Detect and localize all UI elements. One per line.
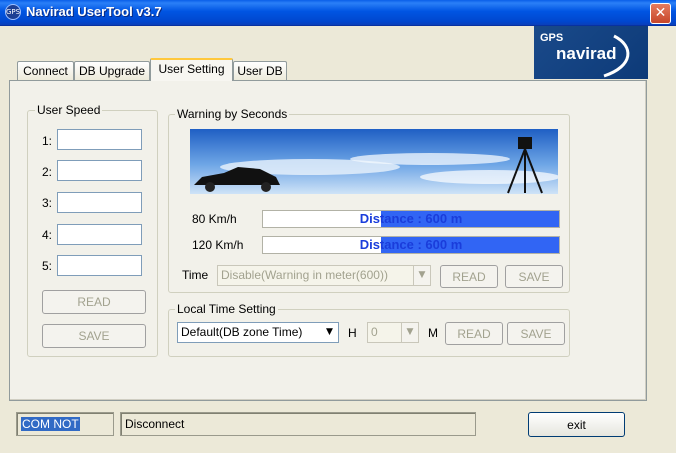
user-speed-title: User Speed — [35, 103, 103, 117]
connection-status-box: Disconnect — [120, 412, 476, 436]
local-time-read-button[interactable]: READ — [445, 322, 503, 345]
speed-label-5: 5: — [42, 259, 53, 273]
car-camera-banner — [190, 129, 560, 194]
close-button[interactable]: ✕ — [650, 3, 671, 24]
connection-status-text: Disconnect — [125, 417, 185, 431]
speed-input-2[interactable] — [57, 160, 142, 181]
zone-select[interactable]: Default(DB zone Time) ▼ — [177, 322, 339, 343]
hour-select-value: 0 — [371, 325, 378, 339]
warning-80-distance: Distance : 600 m — [359, 211, 463, 226]
window-title: Navirad UserTool v3.7 — [26, 4, 162, 19]
speed-save-button[interactable]: SAVE — [42, 324, 146, 348]
speed-label-1: 1: — [42, 134, 53, 148]
com-status-text: COM NOT — [21, 417, 80, 431]
logo-gps-text: GPS — [540, 32, 564, 44]
com-status-box: COM NOT — [16, 412, 114, 436]
hour-select[interactable]: 0 ▼ — [367, 322, 419, 343]
speed-read-button[interactable]: READ — [42, 290, 146, 314]
app-icon: GPS — [5, 4, 21, 20]
hour-label: H — [348, 326, 357, 340]
tab-connect[interactable]: Connect — [17, 61, 74, 81]
local-time-title: Local Time Setting — [175, 302, 278, 316]
chevron-down-icon: ▼ — [321, 323, 338, 342]
speed-label-4: 4: — [42, 228, 53, 242]
chevron-down-icon: ▼ — [413, 266, 430, 285]
chevron-down-icon: ▼ — [401, 323, 418, 342]
tab-user-setting[interactable]: User Setting — [150, 58, 233, 81]
time-select[interactable]: Disable(Warning in meter(600)) ▼ — [217, 265, 431, 286]
logo-brand-text: navirad — [556, 44, 617, 63]
time-select-value: Disable(Warning in meter(600)) — [221, 268, 388, 282]
time-label: Time — [182, 268, 209, 282]
warning-title: Warning by Seconds — [175, 107, 290, 121]
warning-save-button[interactable]: SAVE — [505, 265, 563, 288]
local-time-save-button[interactable]: SAVE — [507, 322, 565, 345]
speed-input-4[interactable] — [57, 224, 142, 245]
warning-80-label: 80 Km/h — [192, 212, 237, 226]
tab-db-upgrade[interactable]: DB Upgrade — [74, 61, 150, 81]
minute-label: M — [428, 326, 438, 340]
zone-select-value: Default(DB zone Time) — [181, 325, 303, 339]
speed-input-5[interactable] — [57, 255, 142, 276]
warning-80-progress: Distance : 600 m — [262, 210, 560, 228]
exit-button[interactable]: exit — [528, 412, 625, 437]
warning-120-progress: Distance : 600 m — [262, 236, 560, 254]
speed-input-3[interactable] — [57, 192, 142, 213]
warning-120-label: 120 Km/h — [192, 238, 244, 252]
banner-image — [190, 129, 560, 194]
warning-120-distance: Distance : 600 m — [359, 237, 463, 252]
tab-user-db[interactable]: User DB — [233, 61, 287, 81]
warning-read-button[interactable]: READ — [440, 265, 498, 288]
speed-input-1[interactable] — [57, 129, 142, 150]
speed-label-2: 2: — [42, 165, 53, 179]
speed-label-3: 3: — [42, 196, 53, 210]
